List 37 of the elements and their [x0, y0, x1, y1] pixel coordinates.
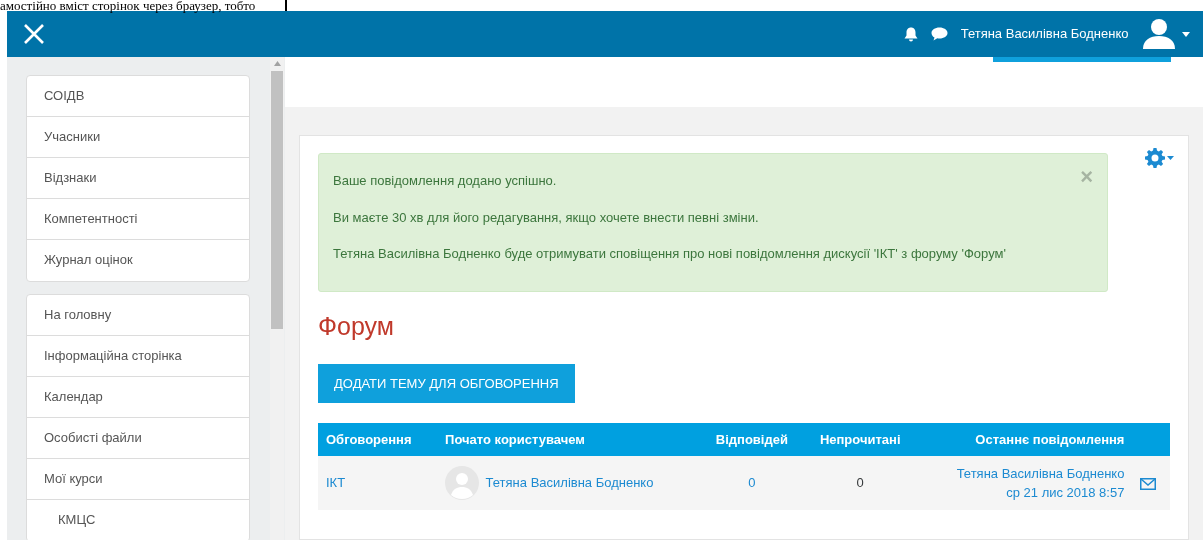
scrollbar[interactable]	[270, 57, 284, 540]
column-header: Непрочитані	[803, 423, 917, 456]
sidebar-item[interactable]: Журнал оцінок	[27, 240, 249, 281]
unread-count: 0	[856, 475, 864, 491]
column-header: Обговорення	[318, 423, 438, 456]
user-name[interactable]: Тетяна Василівна Бодненко	[960, 24, 1129, 44]
avatar-icon	[445, 466, 480, 500]
bell-icon[interactable]	[903, 26, 918, 42]
close-icon[interactable]	[23, 23, 46, 45]
alert-message: Ви маєте 30 хв для його редагування, якщо хочете внести певні зміни.	[333, 208, 759, 227]
column-header: Останнє повідомлення	[916, 423, 1133, 456]
page-title: Форум	[318, 310, 395, 342]
sidebar-item[interactable]: Компетентності	[27, 199, 249, 240]
alert-message: Тетяна Василівна Бодненко буде отримувати сповіщення про нові повідомлення дискусії 'ІКТ' з форуму 'Форум'	[333, 245, 1006, 263]
date-link[interactable]: ср 21 лис 2018 8:57	[924, 483, 1125, 503]
sidebar-item[interactable]: Відзнаки	[27, 158, 249, 199]
sidebar-item[interactable]: КМЦС	[27, 500, 249, 540]
document-text: амостійно вміст сторінок через браузер, тобто	[0, 0, 256, 11]
scroll-up-icon[interactable]	[273, 61, 281, 66]
sidebar-item[interactable]: Особисті файли	[27, 418, 249, 459]
sidebar-item[interactable]: Мої курси	[27, 459, 249, 500]
envelope-icon[interactable]	[1140, 477, 1157, 490]
caret-icon[interactable]	[1167, 156, 1174, 160]
chat-icon[interactable]	[930, 27, 948, 41]
alert-message: Ваше повідомлення додано успішно.	[333, 172, 557, 190]
sidebar-item[interactable]: Учасники	[27, 117, 249, 158]
avatar-icon[interactable]	[1141, 17, 1176, 51]
replies-link[interactable]: 0	[748, 475, 756, 491]
settings-icon[interactable]	[1145, 148, 1165, 168]
caret-icon[interactable]	[1182, 31, 1190, 37]
column-header: Відповідей	[700, 423, 804, 456]
sidebar-item[interactable]: Календар	[27, 377, 249, 418]
sidebar-item[interactable]: Інформаційна сторінка	[27, 336, 249, 377]
sidebar-item[interactable]: На головну	[27, 295, 249, 336]
sidebar-item[interactable]: СОІДВ	[27, 76, 249, 117]
column-header: Почато користувачем	[437, 423, 701, 456]
discussion-link[interactable]: ІКТ	[326, 475, 346, 491]
